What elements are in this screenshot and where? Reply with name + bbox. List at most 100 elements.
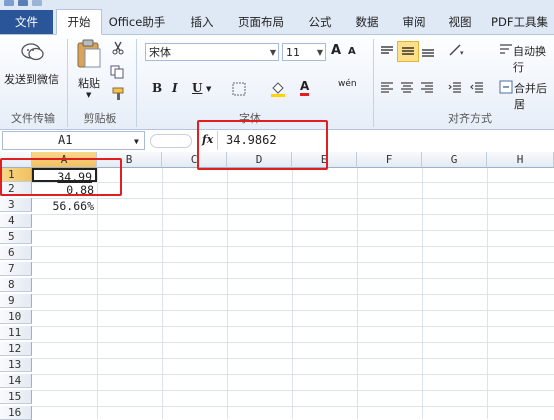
gridline xyxy=(32,342,554,343)
grow-font-button[interactable]: A xyxy=(331,43,341,58)
row-header-14[interactable]: 14 xyxy=(0,374,32,388)
copy-icon[interactable] xyxy=(110,65,126,79)
tab-data[interactable]: 数据 xyxy=(347,10,387,34)
tab-file[interactable]: 文件 xyxy=(0,10,53,34)
gridline xyxy=(32,214,554,215)
paste-button[interactable]: 粘贴 ▼ xyxy=(72,39,106,105)
wechat-icon xyxy=(21,43,44,61)
gridline xyxy=(357,168,358,419)
chevron-down-icon: ▼ xyxy=(134,137,139,146)
align-top-icon[interactable] xyxy=(380,45,394,57)
row-header-5[interactable]: 5 xyxy=(0,230,32,244)
tab-insert[interactable]: 插入 xyxy=(182,10,222,34)
gridline xyxy=(487,168,488,419)
group-separator xyxy=(373,39,374,127)
align-center-icon[interactable] xyxy=(400,81,414,93)
align-right-icon[interactable] xyxy=(420,81,434,93)
row-header-3[interactable]: 3 xyxy=(0,198,32,212)
font-size-value: 11 xyxy=(286,46,300,59)
row-header-10[interactable]: 10 xyxy=(0,310,32,324)
borders-icon[interactable] xyxy=(232,82,246,96)
send-to-wechat-button[interactable]: 发送到微信 xyxy=(2,39,62,91)
column-header-h[interactable]: H xyxy=(487,152,554,168)
gridline xyxy=(32,406,554,407)
gridline xyxy=(32,358,554,359)
row-header-15[interactable]: 15 xyxy=(0,390,32,404)
save-icon[interactable] xyxy=(18,0,28,6)
tab-page-layout[interactable]: 页面布局 xyxy=(230,10,292,34)
gridline xyxy=(162,168,163,419)
clipboard-icon xyxy=(77,39,101,68)
name-box[interactable]: A1 ▼ xyxy=(2,131,145,150)
gridline xyxy=(32,326,554,327)
gridline xyxy=(32,278,554,279)
align-middle-button[interactable] xyxy=(397,41,419,62)
send-to-wechat-label: 发送到微信 xyxy=(4,73,59,86)
font-size-combo[interactable]: 11 ▼ xyxy=(282,43,326,61)
underline-button[interactable]: U xyxy=(192,81,202,95)
tab-formulas[interactable]: 公式 xyxy=(300,10,340,34)
group-label-alignment: 对齐方式 xyxy=(448,112,492,125)
increase-indent-icon[interactable] xyxy=(470,81,484,93)
chevron-down-icon: ▼ xyxy=(269,48,276,57)
chevron-down-icon: ▼ xyxy=(316,48,323,57)
cell-a3[interactable]: 56.66% xyxy=(32,199,97,213)
font-name-combo[interactable]: 宋体 ▼ xyxy=(145,43,279,61)
shrink-font-button[interactable]: A xyxy=(348,46,356,57)
font-color-button[interactable]: A xyxy=(300,79,310,96)
fill-color-icon[interactable] xyxy=(270,80,286,98)
decrease-indent-icon[interactable] xyxy=(448,81,462,93)
gridline xyxy=(292,168,293,419)
tab-pdf-tools[interactable]: PDF工具集 xyxy=(485,10,554,34)
merge-center-label[interactable]: 合并后居 xyxy=(514,80,554,112)
row-header-16[interactable]: 16 xyxy=(0,406,32,420)
gridline xyxy=(32,310,554,311)
gridline xyxy=(32,262,554,263)
tab-office-assistant[interactable]: Office助手 xyxy=(104,10,170,34)
align-bottom-icon[interactable] xyxy=(421,45,435,57)
svg-text:▾: ▾ xyxy=(460,49,464,57)
align-middle-icon xyxy=(402,47,414,55)
chevron-down-icon: ▼ xyxy=(206,85,212,93)
tab-review[interactable]: 审阅 xyxy=(394,10,434,34)
gridline xyxy=(97,168,98,419)
orientation-icon[interactable]: ▾ xyxy=(448,43,468,57)
align-left-icon[interactable] xyxy=(380,81,394,93)
row-header-8[interactable]: 8 xyxy=(0,278,32,292)
gridline xyxy=(32,390,554,391)
annotation-box-formula xyxy=(197,120,328,170)
row-header-4[interactable]: 4 xyxy=(0,214,32,228)
row-header-9[interactable]: 9 xyxy=(0,294,32,308)
tab-home[interactable]: 开始 xyxy=(56,9,102,35)
tab-view[interactable]: 视图 xyxy=(440,10,480,34)
group-separator xyxy=(136,39,137,127)
bold-button[interactable]: B xyxy=(152,81,162,95)
undo-icon[interactable] xyxy=(32,0,42,6)
gridline xyxy=(32,374,554,375)
merge-center-icon[interactable] xyxy=(499,80,513,94)
paste-label: 粘贴 xyxy=(78,77,100,90)
wrap-text-icon[interactable] xyxy=(499,43,513,57)
italic-button[interactable]: I xyxy=(172,81,178,95)
gridline xyxy=(32,198,554,199)
gridline xyxy=(422,168,423,419)
gridline xyxy=(32,294,554,295)
wrap-text-label[interactable]: 自动换行 xyxy=(513,43,554,75)
format-painter-icon[interactable] xyxy=(112,87,126,101)
ribbon: 发送到微信 粘贴 ▼ 宋体 ▼ 11 ▼ A A B I U ▼ A wén ▾… xyxy=(0,35,554,130)
row-header-7[interactable]: 7 xyxy=(0,262,32,276)
name-box-value: A1 xyxy=(58,133,73,147)
annotation-box-cells xyxy=(0,158,122,196)
column-header-f[interactable]: F xyxy=(357,152,422,168)
column-header-g[interactable]: G xyxy=(422,152,487,168)
font-name-value: 宋体 xyxy=(149,46,171,59)
row-header-6[interactable]: 6 xyxy=(0,246,32,260)
phonetic-button[interactable]: wén xyxy=(338,79,357,89)
formula-bar-resize-handle[interactable] xyxy=(150,134,192,148)
excel-logo-icon xyxy=(4,0,14,6)
row-header-13[interactable]: 13 xyxy=(0,358,32,372)
cut-icon[interactable] xyxy=(112,41,124,55)
row-header-11[interactable]: 11 xyxy=(0,326,32,340)
row-header-12[interactable]: 12 xyxy=(0,342,32,356)
ribbon-tabs: 文件 开始 Office助手 插入 页面布局 公式 数据 审阅 视图 PDF工具… xyxy=(0,9,554,35)
